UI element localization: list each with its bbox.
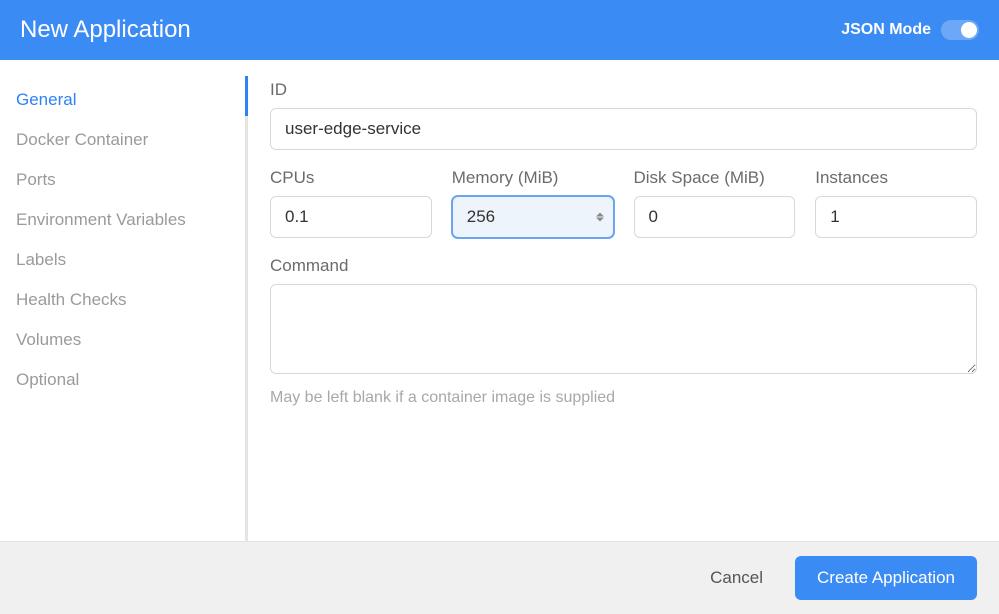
disk-input[interactable] [634, 196, 796, 238]
sidebar-item-optional[interactable]: Optional [12, 360, 245, 400]
json-mode-label: JSON Mode [841, 21, 931, 39]
cancel-button[interactable]: Cancel [702, 558, 771, 598]
memory-group: Memory (MiB) [452, 168, 614, 238]
command-helper: May be left blank if a container image i… [270, 389, 977, 407]
command-input[interactable] [270, 284, 977, 374]
instances-group: Instances [815, 168, 977, 238]
form-panel: ID CPUs Memory (MiB) Disk Space (MiB) [248, 60, 999, 541]
instances-input[interactable] [815, 196, 977, 238]
memory-label: Memory (MiB) [452, 168, 614, 188]
memory-input[interactable] [452, 196, 614, 238]
cpus-group: CPUs [270, 168, 432, 238]
command-group: Command May be left blank if a container… [270, 256, 977, 407]
disk-label: Disk Space (MiB) [634, 168, 796, 188]
disk-group: Disk Space (MiB) [634, 168, 796, 238]
sidebar-divider [245, 76, 248, 541]
sidebar-item-health-checks[interactable]: Health Checks [12, 280, 245, 320]
sidebar-item-general[interactable]: General [12, 80, 245, 120]
cpus-input[interactable] [270, 196, 432, 238]
command-label: Command [270, 256, 977, 276]
dialog-footer: Cancel Create Application [0, 541, 999, 614]
sidebar-item-environment-variables[interactable]: Environment Variables [12, 200, 245, 240]
create-application-button[interactable]: Create Application [795, 556, 977, 600]
json-mode-toggle[interactable] [941, 20, 979, 40]
id-label: ID [270, 80, 977, 100]
instances-label: Instances [815, 168, 977, 188]
sidebar-item-volumes[interactable]: Volumes [12, 320, 245, 360]
resource-row: CPUs Memory (MiB) Disk Space (MiB) Inst [270, 168, 977, 238]
id-group: ID [270, 80, 977, 150]
cpus-label: CPUs [270, 168, 432, 188]
id-input[interactable] [270, 108, 977, 150]
sidebar-item-ports[interactable]: Ports [12, 160, 245, 200]
sidebar: General Docker Container Ports Environme… [0, 60, 245, 541]
dialog-body: General Docker Container Ports Environme… [0, 60, 999, 541]
header-title: New Application [20, 16, 191, 44]
toggle-knob [961, 22, 977, 38]
sidebar-active-indicator [245, 76, 248, 116]
json-mode-control: JSON Mode [841, 20, 979, 40]
sidebar-item-docker-container[interactable]: Docker Container [12, 120, 245, 160]
dialog-header: New Application JSON Mode [0, 0, 999, 60]
sidebar-item-labels[interactable]: Labels [12, 240, 245, 280]
